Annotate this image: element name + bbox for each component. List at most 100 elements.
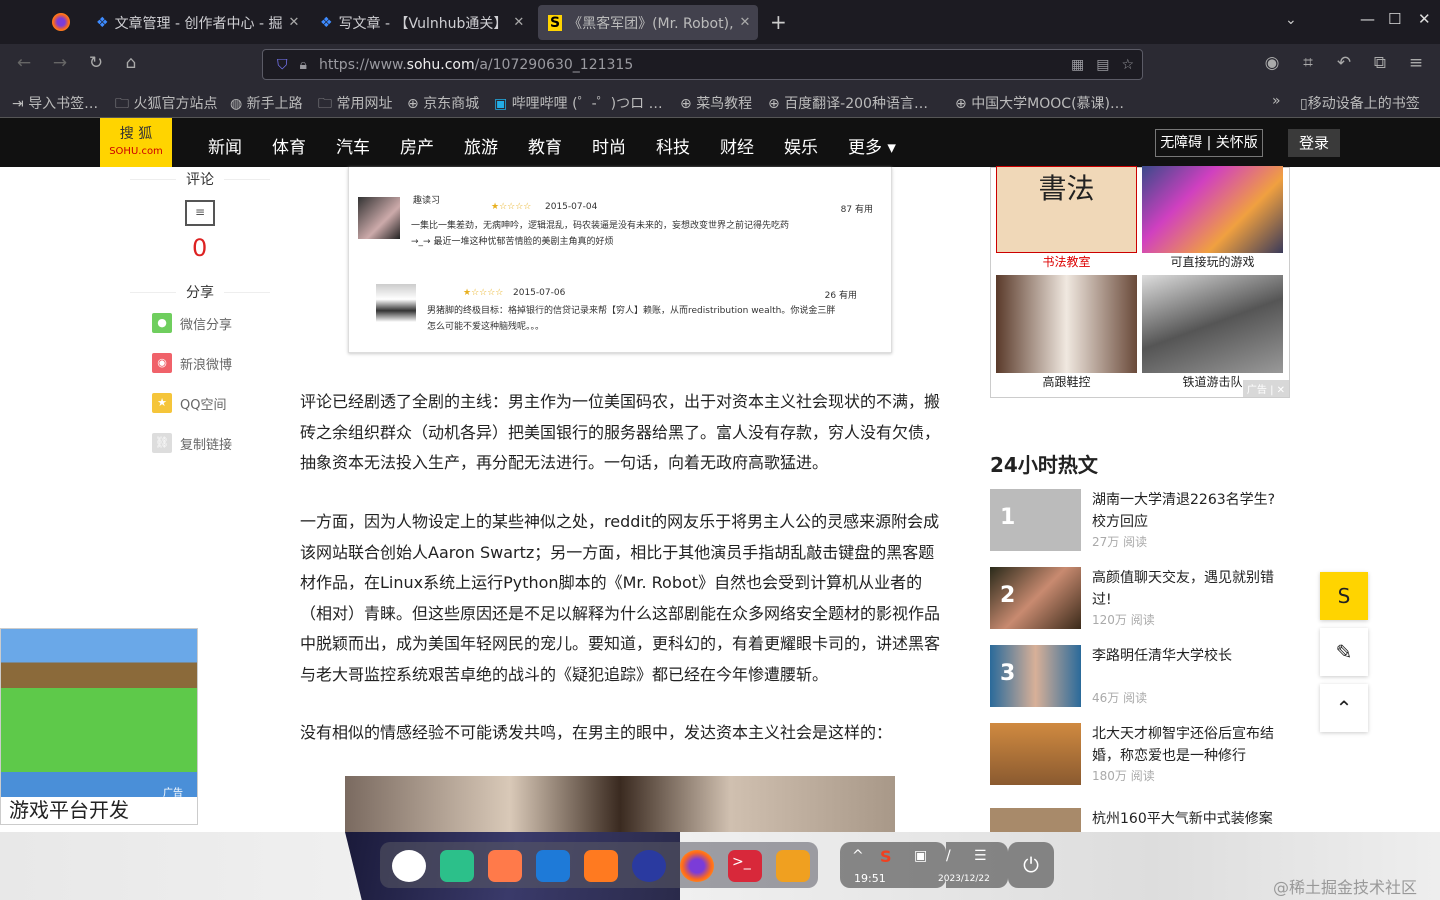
user-avatar xyxy=(358,197,400,239)
share-qzone[interactable]: ★ QQ空间 xyxy=(152,393,226,413)
home-button[interactable]: ⌂ xyxy=(119,53,143,73)
close-tab-icon[interactable]: ✕ xyxy=(740,15,751,30)
clock-time[interactable]: 19:51 xyxy=(854,872,886,885)
mail-icon[interactable] xyxy=(536,850,570,882)
close-tab-icon[interactable]: ✕ xyxy=(288,15,299,30)
ad-label[interactable]: 广告 | ✕ xyxy=(1242,380,1289,397)
edit-float-button[interactable]: ✎ xyxy=(1320,628,1368,676)
bookmark-star-icon[interactable]: ☆ xyxy=(1121,57,1134,73)
sohu-logo[interactable]: 搜 狐 SOHU.com xyxy=(100,118,172,167)
reader-view-icon[interactable]: ▤ xyxy=(1096,57,1109,73)
hot-article-item[interactable]: 2 高颜值聊天交友，遇见就别错过! 120万 阅读 xyxy=(990,567,1290,629)
article-paragraph: 一方面，因为人物设定上的某些神似之处，reddit的网友乐于将男主人公的灵感来源… xyxy=(300,512,941,684)
tab-article-manage[interactable]: ❖ 文章管理 - 创作者中心 - 掘 ✕ xyxy=(86,5,304,40)
firefox-icon[interactable] xyxy=(680,850,714,882)
douban-comments-image: 趣读习 ★☆☆☆☆ 2015-07-04 87 有用 一集比一集差劲，无病呻吟，… xyxy=(348,167,892,353)
nav-news[interactable]: 新闻 xyxy=(208,133,242,158)
ad-item[interactable]: 铁道游击队 xyxy=(1142,275,1283,390)
nav-tech[interactable]: 科技 xyxy=(656,133,690,158)
account-icon[interactable]: ◉ xyxy=(1260,53,1284,73)
hot-article-item[interactable]: 3 李路明任清华大学校长 46万 阅读 xyxy=(990,645,1290,707)
more-bookmarks-icon[interactable]: » xyxy=(1272,93,1281,109)
file-manager-icon[interactable] xyxy=(440,850,474,882)
wechat-icon: ● xyxy=(152,313,172,333)
terminal-icon[interactable]: >_ xyxy=(728,850,762,882)
tab-sohu-article[interactable]: S 《黑客军团》(Mr. Robot), ✕ xyxy=(538,5,758,40)
minimize-button[interactable]: — xyxy=(1360,10,1375,28)
nav-education[interactable]: 教育 xyxy=(528,133,562,158)
nav-sports[interactable]: 体育 xyxy=(272,133,306,158)
back-to-top-button[interactable]: ⌃ xyxy=(1320,684,1368,732)
hot-articles-title: 24小时热文 xyxy=(990,453,1098,477)
close-window-button[interactable]: ✕ xyxy=(1418,10,1431,28)
railway-image xyxy=(1142,275,1283,373)
new-tab-button[interactable]: + xyxy=(770,10,787,34)
app-store-icon[interactable] xyxy=(488,850,522,882)
accessibility-button[interactable]: 无障碍 | 关怀版 xyxy=(1155,129,1263,157)
url-bar[interactable]: ⛉ 🔒︎ https://www.sohu.com/a/107290630_12… xyxy=(262,49,1143,80)
undo-icon[interactable]: ↶ xyxy=(1332,53,1356,73)
shop-icon[interactable] xyxy=(584,850,618,882)
ad-grid: 書法 书法教室 可直接玩的游戏 高跟鞋控 铁道游击队 广告 | ✕ xyxy=(990,166,1290,398)
screenshot-icon[interactable]: ⌗ xyxy=(1296,53,1320,73)
bookmark-common-sites[interactable]: 🗀︎ 常用网址 xyxy=(318,93,392,117)
hot-article-item[interactable]: 1 湖南一大学清退2263名学生?校方回应 27万 阅读 xyxy=(990,489,1290,551)
bookmark-baidu-translate[interactable]: ⊕ 百度翻译-200种语言… xyxy=(768,93,928,113)
sogou-input-icon[interactable]: S xyxy=(880,847,892,866)
tab-bar: ❖ 文章管理 - 创作者中心 - 掘 ✕ ❖ 写文章 - 【Vulnhub通关】 ✕ S… xyxy=(0,0,1440,44)
hot-article-item[interactable]: 杭州160平大气新中式装修案 xyxy=(990,808,1290,832)
nav-more[interactable]: 更多 ▾ xyxy=(848,133,896,158)
maximize-button[interactable]: ☐ xyxy=(1388,10,1401,28)
qr-code-icon[interactable]: ▦ xyxy=(1071,57,1084,73)
list-tabs-icon[interactable]: ⌄ xyxy=(1285,12,1297,28)
nav-finance[interactable]: 财经 xyxy=(720,133,754,158)
tab-write-article[interactable]: ❖ 写文章 - 【Vulnhub通关】 ✕ xyxy=(310,5,532,40)
user-avatar xyxy=(376,284,416,322)
tray-expand-icon[interactable]: ^ xyxy=(852,848,864,864)
bookmark-getting-started[interactable]: ◍ 新手上路 xyxy=(230,93,303,113)
rating-stars: ★☆☆☆☆ xyxy=(463,288,504,298)
nav-auto[interactable]: 汽车 xyxy=(336,133,370,158)
app-menu-icon[interactable]: ≡ xyxy=(1404,53,1428,73)
bookmark-mobile[interactable]: ▯移动设备上的书签 xyxy=(1300,93,1420,113)
window-app-icon[interactable] xyxy=(776,850,810,882)
reload-button[interactable]: ↻ xyxy=(84,53,108,73)
power-button[interactable]: ⏻ xyxy=(1008,842,1054,888)
forward-button[interactable]: → xyxy=(48,53,72,73)
bookmark-firefox-sites[interactable]: 🗀︎ 火狐官方站点 xyxy=(115,93,217,117)
nav-house[interactable]: 房产 xyxy=(400,133,434,158)
screenshot-tray-icon[interactable]: ▣ xyxy=(914,848,927,864)
close-tab-icon[interactable]: ✕ xyxy=(513,15,524,30)
login-button[interactable]: 登录 xyxy=(1288,129,1340,157)
bookmark-import[interactable]: ⇥ 导入书签… xyxy=(12,93,98,113)
sohu-favicon-icon: S xyxy=(548,14,563,31)
share-weibo[interactable]: ◉ 新浪微博 xyxy=(152,353,232,373)
sohu-home-float-button[interactable]: S xyxy=(1320,572,1368,620)
copy-link[interactable]: ⛓ 复制链接 xyxy=(152,433,232,453)
bookmark-bilibili[interactable]: ▣ 哔哩哔哩 (゜-゜)つロ … xyxy=(494,93,663,113)
article-paragraph: 没有相似的情感经验不可能诱发共鸣，在男主的眼中，发达资本主义社会是这样的： xyxy=(300,723,893,742)
settings-icon[interactable] xyxy=(632,850,666,882)
game-ad[interactable]: 广告 游戏平台开发 xyxy=(0,628,198,825)
share-wechat[interactable]: ● 微信分享 xyxy=(152,313,232,333)
back-button[interactable]: ← xyxy=(12,53,36,73)
nav-fashion[interactable]: 时尚 xyxy=(592,133,626,158)
ad-item[interactable]: 可直接玩的游戏 xyxy=(1142,166,1283,270)
link-icon: ⛓ xyxy=(152,433,172,453)
bookmark-runoob[interactable]: ⊕ 菜鸟教程 xyxy=(680,93,752,113)
comment-count[interactable]: 0 xyxy=(192,234,207,262)
nav-travel[interactable]: 旅游 xyxy=(464,133,498,158)
clock-date[interactable]: 2023/12/22 xyxy=(938,874,990,884)
ad-item[interactable]: 高跟鞋控 xyxy=(996,275,1137,390)
comment-icon[interactable]: ≡ xyxy=(185,200,215,226)
bookmark-mooc[interactable]: ⊕ 中国大学MOOC(慕课)… xyxy=(955,93,1124,113)
ad-item[interactable]: 書法 书法教室 xyxy=(996,166,1137,270)
launcher-icon[interactable] xyxy=(392,850,426,882)
extensions-icon[interactable]: ⧉ xyxy=(1368,53,1392,73)
bookmark-jd[interactable]: ⊕ 京东商城 xyxy=(407,93,479,113)
firefox-menu-icon[interactable] xyxy=(52,13,70,31)
nav-entertainment[interactable]: 娱乐 xyxy=(784,133,818,158)
hot-article-item[interactable]: 北大天才柳智宇还俗后宣布结婚，称恋爱也是一种修行 180万 阅读 xyxy=(990,723,1290,785)
toggle-icon[interactable]: ☰ xyxy=(974,848,987,864)
pen-icon[interactable]: / xyxy=(946,848,951,864)
